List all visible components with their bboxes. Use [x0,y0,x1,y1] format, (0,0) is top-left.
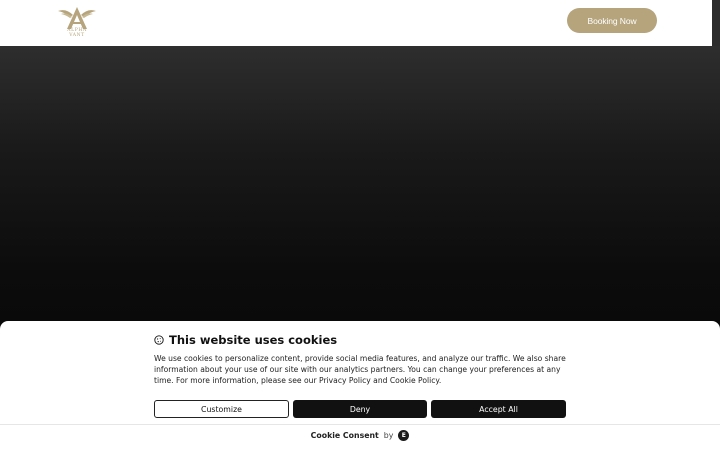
powered-brand: Cookie Consent [310,431,379,440]
powered-by: Cookie Consent by E [0,430,720,441]
cookie-description: We use cookies to personalize content, p… [154,354,566,385]
cookie-consent-banner: This website uses cookies We use cookies… [0,321,720,450]
cookie-header: This website uses cookies [154,333,337,347]
accept-all-button[interactable]: Accept All [431,400,566,418]
cookie-icon [154,335,164,345]
scrollbar[interactable] [712,0,720,46]
site-header: ALPHA VANT Booking Now [0,0,712,46]
divider [0,424,720,425]
customize-button[interactable]: Customize [154,400,289,418]
booking-now-button[interactable]: Booking Now [567,8,657,33]
deny-button[interactable]: Deny [293,400,427,418]
cookie-title: This website uses cookies [169,333,338,347]
elementor-icon[interactable]: E [398,430,410,441]
logo-text: ALPHA VANT [67,28,87,38]
powered-by-text: by [383,431,394,440]
